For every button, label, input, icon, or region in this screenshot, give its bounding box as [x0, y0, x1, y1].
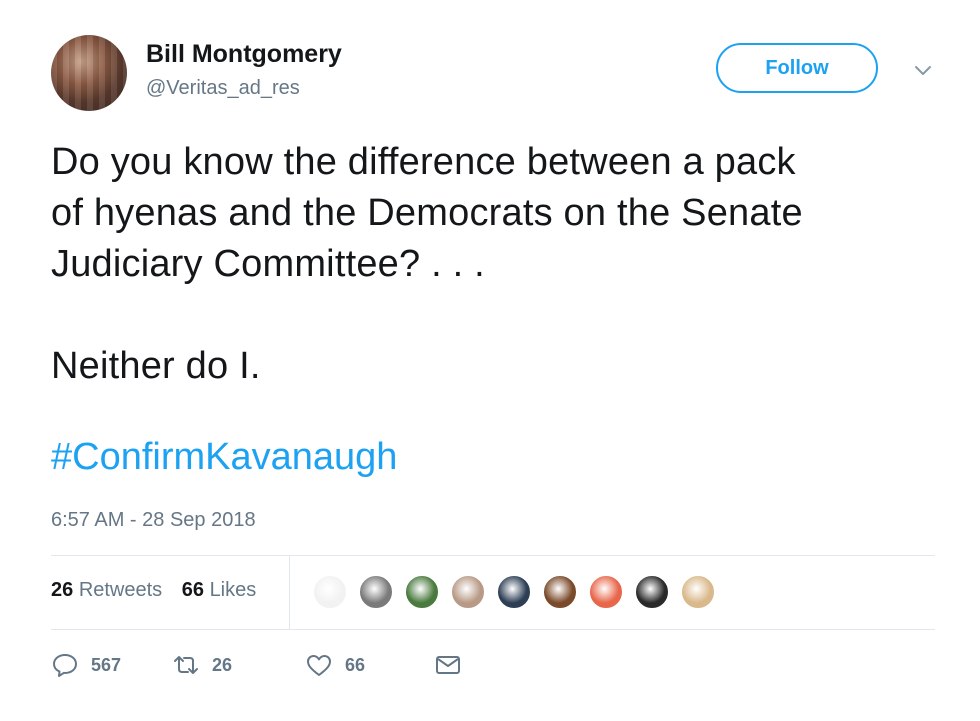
heart-icon	[307, 655, 331, 676]
divider	[51, 629, 935, 630]
likes-stat[interactable]: 66 Likes	[182, 579, 257, 601]
tweet-timestamp[interactable]: 6:57 AM - 28 Sep 2018	[51, 509, 256, 532]
retweet-count: 26	[212, 654, 233, 675]
author-handle[interactable]: @Veritas_ad_res	[146, 77, 300, 100]
liker-avatar[interactable]	[634, 574, 670, 610]
likes-count: 66	[181, 579, 204, 601]
retweet-button[interactable]: 26	[172, 648, 232, 682]
like-button[interactable]: 66	[305, 648, 365, 682]
tweet-line: Do you know the difference between a pac…	[51, 141, 796, 183]
engagement-stats: 26 Retweets 66 Likes	[51, 579, 256, 602]
liker-avatar[interactable]	[312, 574, 348, 610]
retweets-stat[interactable]: 26 Retweets	[51, 579, 162, 601]
chevron-down-icon[interactable]	[912, 62, 934, 78]
like-count: 66	[345, 654, 366, 675]
divider	[51, 555, 935, 556]
follow-button[interactable]: Follow	[716, 43, 878, 93]
stats-divider	[289, 556, 290, 629]
liker-avatar[interactable]	[404, 574, 440, 610]
tweet-actions: 567 26 66	[51, 648, 551, 682]
author-avatar[interactable]	[51, 35, 127, 111]
retweets-count: 26	[51, 579, 74, 601]
tweet-text: Do you know the difference between a pac…	[51, 137, 931, 392]
liker-avatar[interactable]	[496, 574, 532, 610]
liker-avatar[interactable]	[588, 574, 624, 610]
likes-label: Likes	[209, 579, 257, 601]
liker-avatar[interactable]	[358, 574, 394, 610]
liker-avatar[interactable]	[542, 574, 578, 610]
tweet-line: of hyenas and the Democrats on the Senat…	[51, 192, 803, 234]
reply-button[interactable]: 567	[51, 648, 121, 682]
tweet-line: Judiciary Committee? . . .	[51, 243, 485, 285]
reply-icon	[53, 654, 77, 677]
liker-avatar[interactable]	[680, 574, 716, 610]
retweets-label: Retweets	[78, 579, 163, 601]
liker-avatar[interactable]	[450, 574, 486, 610]
reply-count: 567	[91, 654, 122, 675]
tweet-line: Neither do I.	[51, 345, 261, 387]
retweet-icon	[174, 656, 198, 674]
author-name[interactable]: Bill Montgomery	[146, 40, 342, 69]
envelope-icon	[436, 656, 460, 674]
direct-message-button[interactable]	[434, 648, 462, 682]
hashtag-link[interactable]: #ConfirmKavanaugh	[51, 436, 397, 479]
